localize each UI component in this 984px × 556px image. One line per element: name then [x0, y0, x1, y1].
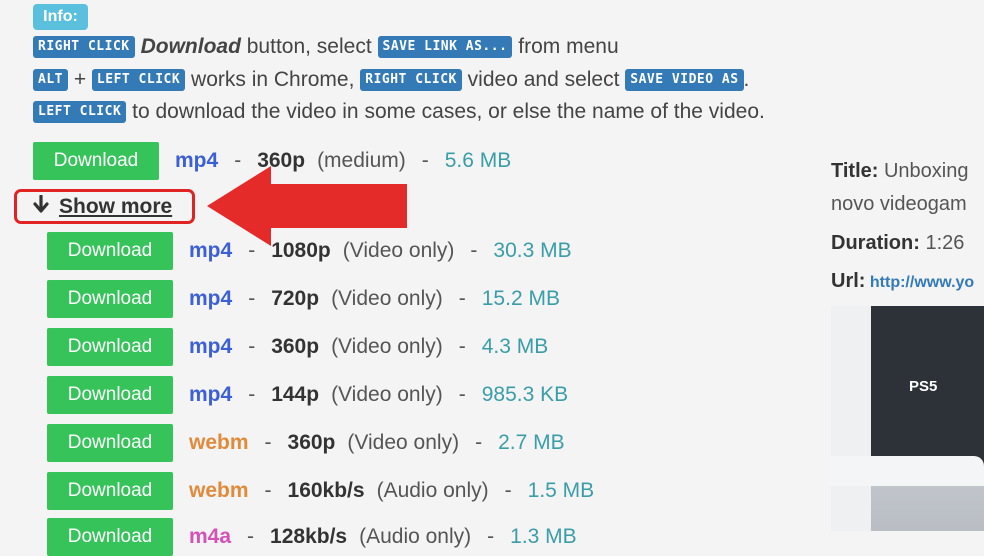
info-line-2: ALT + LEFT CLICK works in Chrome, RIGHT … [33, 65, 749, 95]
quality-label: 360p [271, 335, 320, 358]
format-label: webm [189, 431, 249, 454]
info-badge: Info: [33, 4, 88, 30]
quality-label: 360p [287, 431, 336, 454]
separator: - [264, 479, 272, 502]
download-row: Download webm - 360p (Video only) - 2.7 … [47, 424, 565, 462]
download-row: Download mp4 - 360p (Video only) - 4.3 M… [47, 328, 548, 366]
separator: - [248, 335, 256, 358]
size-label: 1.5 MB [527, 479, 595, 502]
download-button[interactable]: Download [47, 232, 173, 270]
info-line-1: RIGHT CLICK Download button, select SAVE… [33, 32, 619, 62]
title-label: Title: [831, 160, 879, 182]
note-label: (Video only) [347, 431, 460, 454]
info-text: . [743, 68, 750, 91]
kbd-alt: ALT [33, 69, 68, 91]
video-thumbnail[interactable]: PS5 [831, 306, 984, 531]
download-row: Download mp4 - 1080p (Video only) - 30.3… [47, 232, 572, 270]
download-row: Download webm - 160kb/s (Audio only) - 1… [47, 472, 594, 510]
kbd-save-link: SAVE LINK AS... [377, 36, 513, 58]
format-label: mp4 [189, 383, 233, 406]
download-word: Download [140, 35, 241, 58]
separator: - [504, 479, 512, 502]
kbd-left-click: LEFT CLICK [91, 69, 186, 91]
download-button[interactable]: Download [33, 142, 159, 180]
url-link[interactable]: http://www.yo [865, 274, 974, 291]
quality-label: 1080p [271, 239, 331, 262]
url-label: Url: [831, 270, 866, 292]
kbd-left-click: LEFT CLICK [33, 101, 127, 123]
url-line: Url: http://www.yo [831, 270, 974, 293]
download-button[interactable]: Download [47, 280, 173, 318]
title-value: Unboxing [878, 160, 969, 182]
kbd-right-click: RIGHT CLICK [360, 69, 462, 91]
size-label: 2.7 MB [498, 431, 565, 454]
size-label: 4.3 MB [481, 335, 549, 358]
download-row: Download mp4 - 144p (Video only) - 985.3… [47, 376, 568, 414]
kbd-save-video: SAVE VIDEO AS [625, 69, 744, 91]
format-label: m4a [189, 525, 232, 548]
format-label: mp4 [189, 287, 233, 310]
arrow-down-icon [33, 193, 49, 219]
size-label: 15.2 MB [481, 287, 560, 310]
console-side [831, 306, 871, 531]
download-button[interactable]: Download [47, 424, 173, 462]
separator: - [458, 335, 466, 358]
ps5-logo: PS5 [909, 378, 938, 395]
note-label: (Video only) [342, 239, 455, 262]
separator: - [458, 287, 466, 310]
info-text: + [67, 68, 92, 91]
download-button[interactable]: Download [47, 518, 173, 556]
duration-value: 1:26 [919, 232, 965, 254]
note-label: (Video only) [331, 383, 443, 406]
video-title-line-2: novo videogam [831, 193, 967, 215]
download-row: Download m4a - 128kb/s (Audio only) - 1.… [47, 518, 577, 556]
size-label: 5.6 MB [444, 149, 512, 172]
separator: - [248, 383, 256, 406]
separator: - [421, 149, 429, 172]
info-text: from menu [512, 35, 619, 58]
quality-label: 144p [271, 383, 320, 406]
separator: - [470, 239, 478, 262]
size-label: 985.3 KB [481, 383, 569, 406]
download-button[interactable]: Download [47, 376, 173, 414]
quality-label: 720p [271, 287, 320, 310]
size-label: 1.3 MB [510, 525, 577, 548]
note-label: (Audio only) [359, 525, 472, 548]
separator: - [247, 525, 255, 548]
show-more-label: Show more [59, 194, 173, 218]
separator: - [248, 239, 256, 262]
separator: - [475, 431, 483, 454]
format-label: mp4 [189, 335, 233, 358]
note-label: (Audio only) [376, 479, 489, 502]
info-text: works in Chrome, [185, 68, 361, 91]
console-base [831, 456, 984, 486]
info-text: video and select [461, 68, 626, 91]
size-label: 30.3 MB [493, 239, 572, 262]
info-line-3: LEFT CLICK to download the video in some… [33, 97, 765, 127]
duration-line: Duration: 1:26 [831, 232, 964, 255]
format-label: mp4 [189, 239, 233, 262]
quality-label: 160kb/s [287, 479, 365, 502]
duration-label: Duration: [831, 232, 920, 254]
separator: - [248, 287, 256, 310]
download-button[interactable]: Download [47, 472, 173, 510]
format-label: webm [189, 479, 249, 502]
note-label: (Video only) [331, 287, 443, 310]
download-row: Download mp4 - 720p (Video only) - 15.2 … [47, 280, 560, 318]
separator: - [458, 383, 466, 406]
kbd-right-click: RIGHT CLICK [33, 36, 135, 58]
download-button[interactable]: Download [47, 328, 173, 366]
video-title-line-1: Title: Unboxing [831, 160, 968, 183]
note-label: (Video only) [331, 335, 443, 358]
separator: - [264, 431, 272, 454]
show-more-toggle[interactable]: Show more [14, 189, 195, 224]
info-text: to download the video in some cases, or … [126, 100, 765, 123]
separator: - [487, 525, 495, 548]
info-text: button, select [240, 35, 378, 58]
quality-label: 128kb/s [270, 525, 348, 548]
